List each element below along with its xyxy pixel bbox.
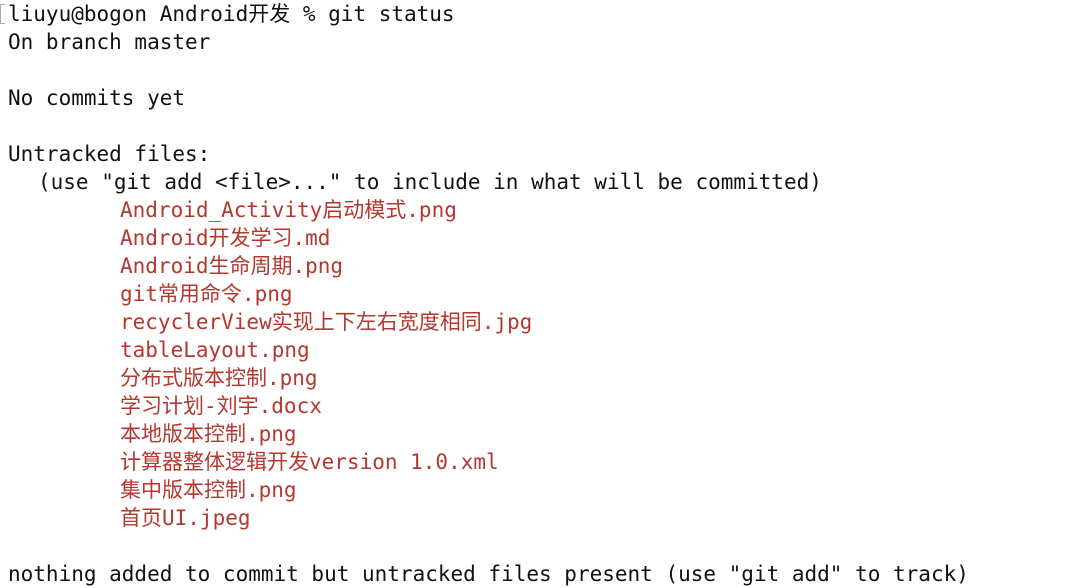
untracked-file: 集中版本控制.png bbox=[120, 478, 297, 502]
cursor-marker bbox=[0, 4, 5, 24]
untracked-file: recyclerView实现上下左右宽度相同.jpg bbox=[120, 310, 533, 334]
command-line: liuyu@bogon Android开发 % git status bbox=[0, 0, 1082, 28]
untracked-file: 学习计划-刘宇.docx bbox=[120, 394, 322, 418]
untracked-file: 首页UI.jpeg bbox=[120, 506, 251, 530]
prompt-command: liuyu@bogon Android开发 % git status bbox=[8, 2, 455, 26]
untracked-file: Android生命周期.png bbox=[120, 254, 344, 278]
footer-message: nothing added to commit but untracked fi… bbox=[8, 562, 969, 586]
commit-status: No commits yet bbox=[8, 86, 186, 110]
branch-status: On branch master bbox=[8, 30, 211, 54]
terminal-window[interactable]: liuyu@bogon Android开发 % git status On br… bbox=[0, 0, 1082, 586]
untracked-file: 分布式版本控制.png bbox=[120, 366, 318, 390]
untracked-file: Android开发学习.md bbox=[120, 226, 331, 250]
untracked-file: 本地版本控制.png bbox=[120, 422, 297, 446]
untracked-file: Android_Activity启动模式.png bbox=[120, 198, 457, 222]
untracked-file: git常用命令.png bbox=[120, 282, 293, 306]
untracked-file: tableLayout.png bbox=[120, 338, 310, 362]
untracked-file: 计算器整体逻辑开发version 1.0.xml bbox=[120, 450, 499, 474]
untracked-hint: (use "git add <file>..." to include in w… bbox=[38, 170, 822, 194]
untracked-header: Untracked files: bbox=[8, 142, 211, 166]
